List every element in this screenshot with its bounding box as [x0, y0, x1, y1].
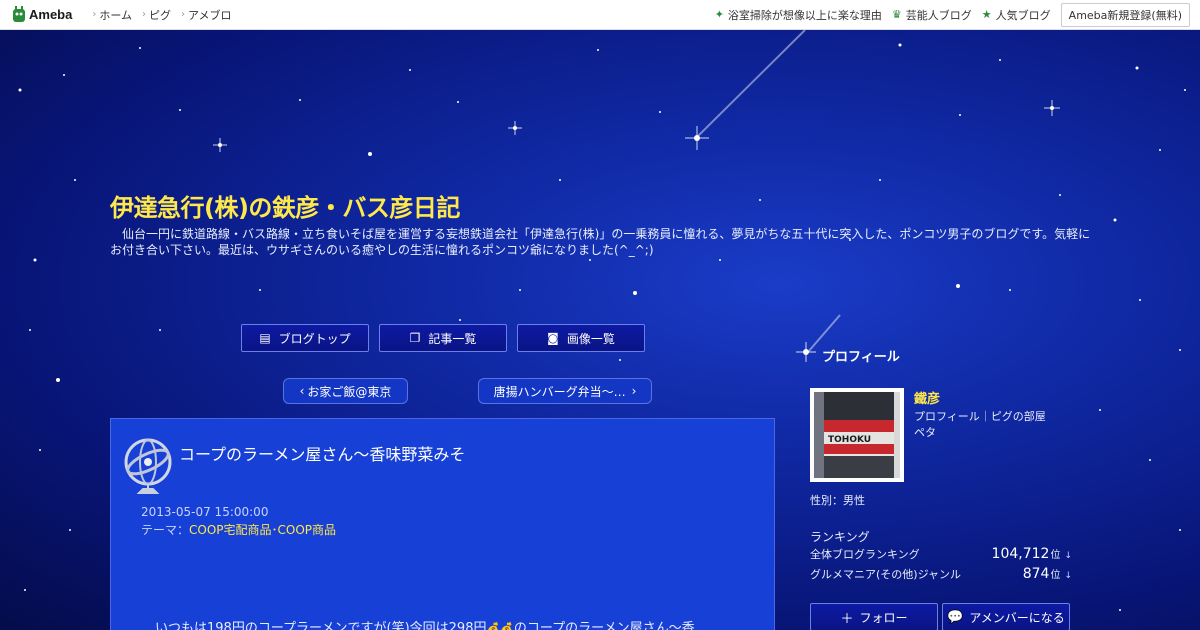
chevron-right-icon: ›: [631, 384, 637, 398]
article-body: いつもは198円のコープラーメンですが(笑)今回は298円💰💰のコープのラーメン…: [155, 617, 695, 630]
money-bag-icon: 💰💰: [486, 622, 514, 630]
follow-button[interactable]: ＋フォロー: [810, 603, 938, 630]
profile-link[interactable]: プロフィール: [914, 410, 980, 423]
crown-icon: ♛: [891, 8, 902, 21]
global-nav: › ホーム › ピグ › アメブロ: [82, 7, 231, 23]
article-date: 2013-05-07 15:00:00: [141, 505, 269, 519]
blog-top-button[interactable]: ▤ ブログトップ: [241, 324, 369, 352]
ranking-row-overall[interactable]: 全体ブログランキング 104,712 位 ↓: [810, 546, 1072, 562]
peta-link[interactable]: ペタ: [914, 424, 936, 440]
chevron-right-icon: ›: [142, 9, 147, 20]
theme-link[interactable]: COOP宅配商品･COOP商品: [189, 523, 336, 537]
ranking-heading: ランキング: [810, 530, 870, 544]
ameba-logo-text: Ameba: [29, 7, 73, 22]
profile-sex: 性別：男性: [810, 494, 865, 507]
prev-entry-button[interactable]: ‹ お家ご飯@東京: [283, 378, 408, 404]
chevron-right-icon: ›: [181, 9, 186, 20]
profile-links: プロフィール｜ピグの部屋: [914, 410, 1046, 423]
nav-link-pigg[interactable]: › ピグ: [142, 7, 171, 23]
article-card: コープのラーメン屋さん～香味野菜みそ 2013-05-07 15:00:00 テ…: [110, 418, 775, 630]
profile-avatar[interactable]: TOHOKU: [810, 388, 904, 482]
camera-icon: ◙: [547, 331, 559, 345]
next-entry-button[interactable]: 唐揚ハンバーグ弁当～… ›: [478, 378, 652, 404]
plus-icon: ＋: [840, 611, 854, 627]
svg-text:TOHOKU: TOHOKU: [828, 435, 871, 445]
promo-links: ✦ 浴室掃除が想像以上に楽な理由 ♛ 芸能人ブログ ★ 人気ブログ Ameba新規登録…: [715, 2, 1200, 27]
article-title[interactable]: コープのラーメン屋さん～香味野菜みそ: [179, 441, 465, 465]
entry-list-button[interactable]: ❐ 記事一覧: [379, 324, 507, 352]
ameba-mascot-icon: [13, 5, 25, 22]
nav-link-home[interactable]: › ホーム: [92, 7, 132, 23]
ameba-logo[interactable]: Ameba: [12, 5, 73, 24]
blog-title[interactable]: 伊達急行(株)の鉄彦・バス彦日記: [110, 188, 460, 223]
down-arrow-icon: ↓: [1064, 571, 1072, 581]
pigg-room-link[interactable]: ピグの部屋: [991, 410, 1046, 423]
nav-link-ameblo[interactable]: › アメブロ: [181, 7, 231, 23]
down-arrow-icon: ↓: [1064, 551, 1072, 561]
chat-bubble-icon: 💬: [947, 609, 964, 625]
chevron-right-icon: ›: [92, 9, 97, 20]
chevron-left-icon: ‹: [299, 384, 305, 398]
register-button[interactable]: Ameba新規登録(無料): [1060, 2, 1190, 27]
profile-name[interactable]: 鐵彦: [914, 388, 940, 407]
blog-description: 仙台一円に鉄道路線・バス路線・立ち食いそば屋を運営する妄想鉄道会社「伊達急行(株…: [110, 227, 1091, 257]
ranking-row-genre[interactable]: グルメマニア(その他)ジャンル 874 位 ↓: [810, 566, 1072, 582]
ameba-header-bar: Ameba › ホーム › ピグ › アメブロ ✦ 浴室掃除が想像以上に楽な理由 ♛ 芸能…: [0, 0, 1200, 30]
amember-button[interactable]: 💬 アメンバーになる: [942, 603, 1070, 630]
promo-link-celebrity[interactable]: ♛ 芸能人ブログ: [892, 7, 972, 23]
promo-link-bath[interactable]: ✦ 浴室掃除が想像以上に楽な理由: [715, 7, 882, 23]
image-list-button[interactable]: ◙ 画像一覧: [517, 324, 645, 352]
article-theme: テーマ：COOP宅配商品･COOP商品: [141, 523, 337, 537]
promo-link-popular[interactable]: ★ 人気ブログ: [982, 7, 1051, 23]
bus-photo: TOHOKU: [814, 392, 900, 478]
star-icon: ★: [981, 8, 992, 21]
document-icon: ▤: [259, 331, 271, 345]
sparkle-icon: ✦: [714, 8, 724, 21]
profile-heading: プロフィール: [822, 350, 900, 365]
copy-icon: ❐: [409, 331, 421, 345]
armillary-sphere-icon: [124, 438, 172, 494]
